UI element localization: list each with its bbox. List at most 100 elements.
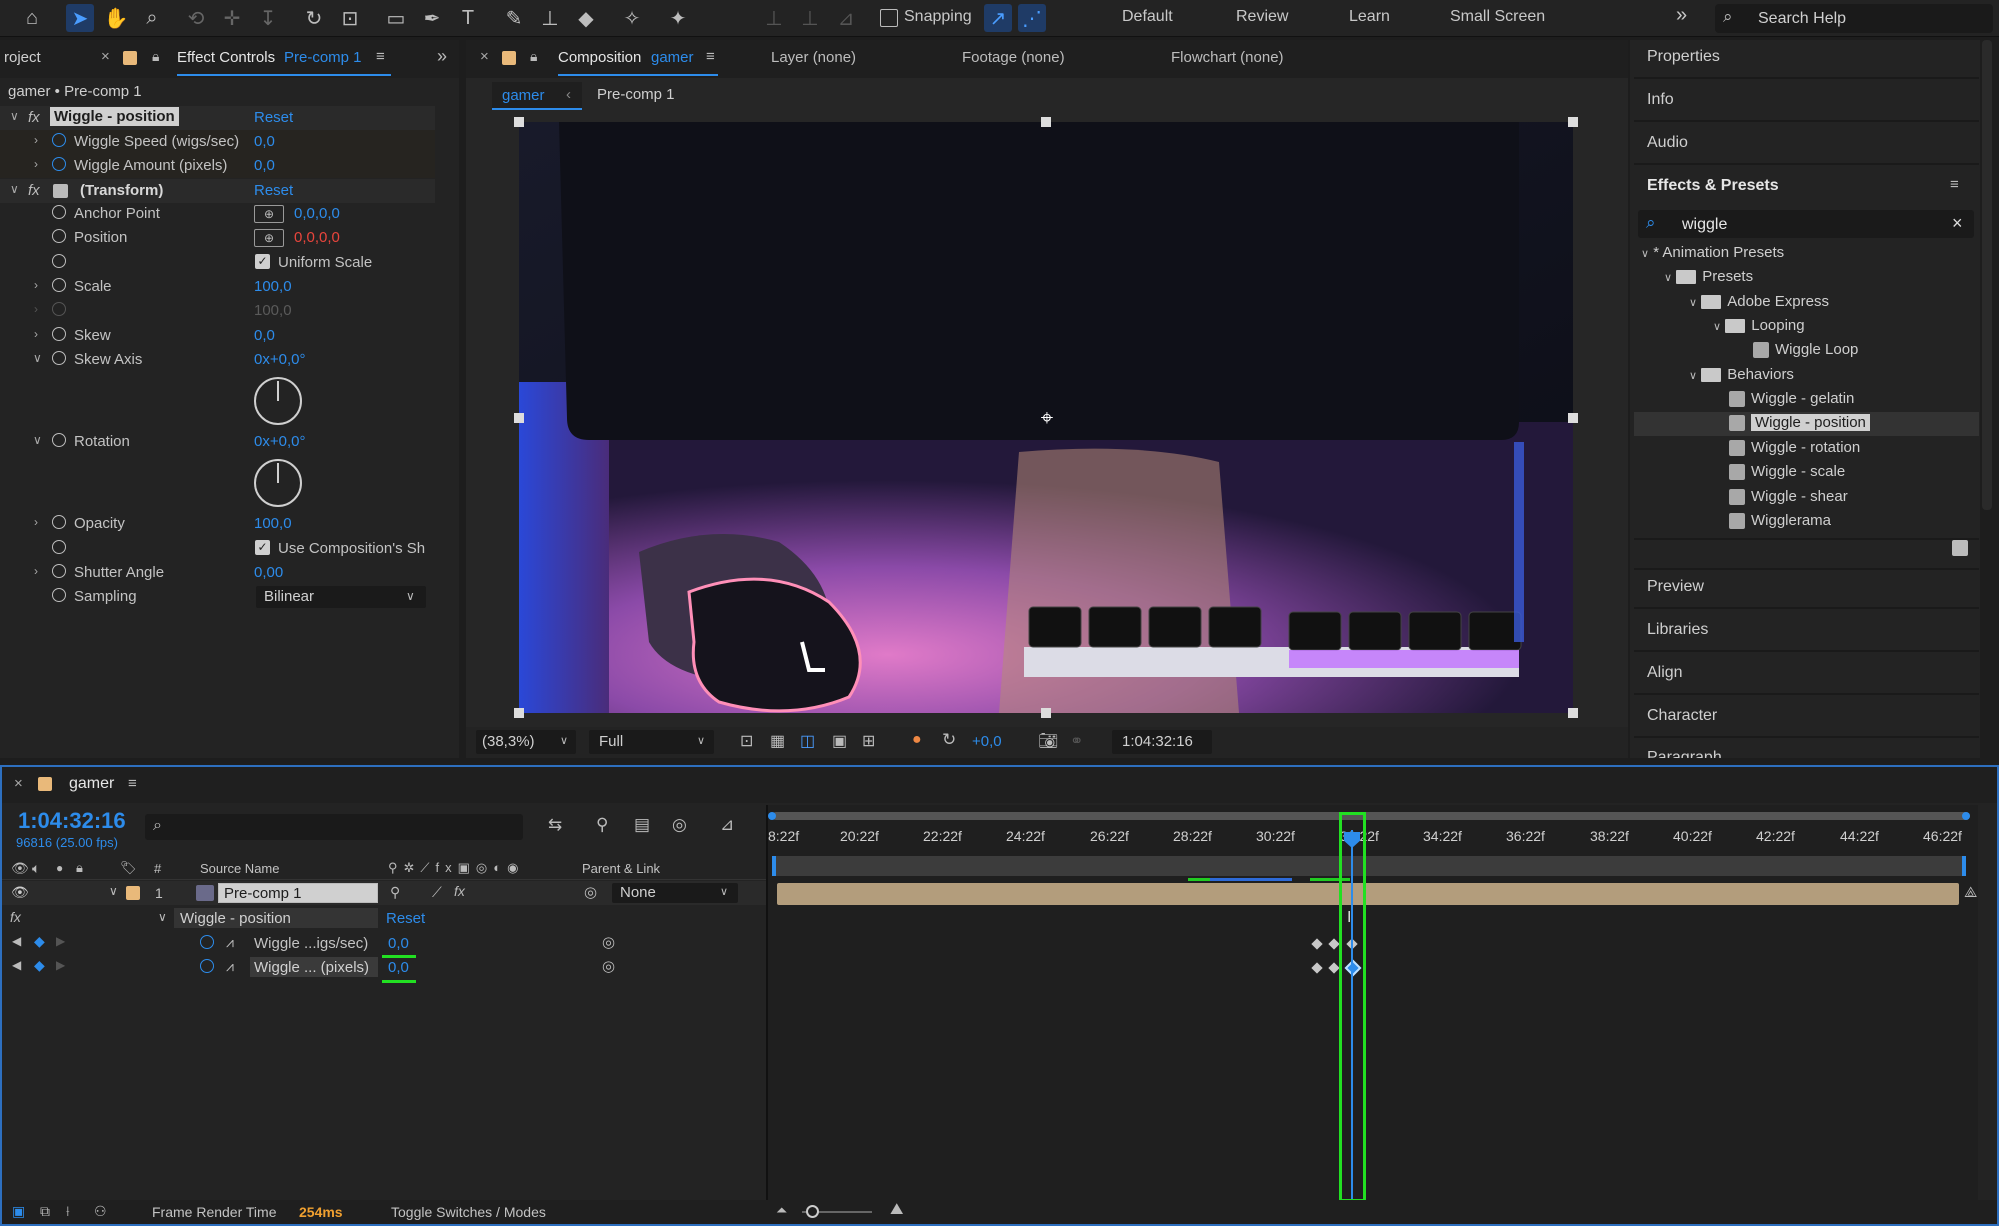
clear-search-icon[interactable]: ×	[1952, 213, 1963, 234]
align-panel-header[interactable]: Align	[1647, 664, 1683, 682]
chevron-right-icon[interactable]: ›	[34, 302, 38, 316]
effect-controls-comp-name[interactable]: Pre-comp 1	[284, 49, 362, 66]
wiggle-speed-value[interactable]: 0,0	[254, 133, 275, 150]
tree-presets[interactable]: ∨ Presets	[1664, 268, 1753, 285]
audio-icon[interactable]: 🔈︎	[32, 860, 40, 877]
region-of-interest-icon[interactable]: ▣	[832, 731, 847, 751]
col-parent-link[interactable]: Parent & Link	[582, 861, 660, 876]
new-preset-icon[interactable]	[1952, 540, 1968, 556]
pen-tool-icon[interactable]: ✒	[418, 4, 446, 32]
fx-icon[interactable]: fx	[28, 109, 40, 126]
work-area-end-handle[interactable]	[1962, 812, 1970, 820]
libraries-panel-header[interactable]: Libraries	[1647, 621, 1708, 639]
solo-icon[interactable]: ●	[56, 861, 63, 875]
tree-wiggle-shear[interactable]: Wiggle - shear	[1729, 488, 1848, 506]
puppet-pin-tool-icon[interactable]: ✦	[664, 4, 692, 32]
tree-animation-presets[interactable]: ∨ * Animation Presets	[1641, 244, 1784, 261]
panel-menu-icon[interactable]: ≡	[376, 48, 385, 65]
home-icon[interactable]: ⌂	[18, 4, 46, 32]
fx-reset-link[interactable]: Reset	[386, 910, 425, 927]
stopwatch-icon[interactable]	[52, 278, 66, 292]
transparency-grid-icon[interactable]: ▦	[770, 731, 785, 751]
stopwatch-icon[interactable]	[52, 157, 66, 171]
magnification-dropdown[interactable]: (38,3%) ∨	[476, 730, 576, 754]
uniform-scale-checkbox[interactable]: ✓	[255, 254, 270, 269]
effect-controls-tab[interactable]: Effect Controls	[177, 49, 275, 66]
close-tab-icon[interactable]: ×	[14, 775, 23, 792]
resolution-dropdown[interactable]: Full ∨	[589, 730, 714, 754]
lock-icon[interactable]: 🔒︎	[530, 48, 537, 65]
label-tag-icon[interactable]: 🏷︎	[120, 860, 137, 876]
skew-value[interactable]: 0,0	[254, 327, 275, 344]
crosshair-icon[interactable]: ⊕	[254, 205, 284, 223]
character-panel-header[interactable]: Character	[1647, 707, 1717, 725]
skew-axis-dial[interactable]	[254, 377, 302, 425]
workspace-default[interactable]: Default	[1122, 8, 1173, 26]
prev-keyframe-icon[interactable]: ◀	[12, 934, 21, 948]
col-source-name[interactable]: Source Name	[200, 861, 279, 876]
transform-handle[interactable]	[514, 117, 524, 127]
wiggle-effect-row[interactable]: ∨ fx Wiggle - position Reset	[0, 106, 435, 130]
tree-wiggle-rotation[interactable]: Wiggle - rotation	[1729, 439, 1860, 457]
wiggle-effect-name[interactable]: Wiggle - position	[50, 107, 179, 126]
chevron-down-icon[interactable]: ∨	[158, 910, 167, 924]
layer-duration-bar[interactable]	[777, 883, 1959, 905]
brush-tool-icon[interactable]: ✎	[500, 4, 528, 32]
reset-exposure-icon[interactable]: ↻	[942, 730, 956, 750]
chevron-down-icon[interactable]: ∨	[33, 351, 42, 365]
selection-tool-icon[interactable]: ➤	[66, 4, 94, 32]
stopwatch-icon[interactable]	[52, 564, 66, 578]
axis-world-icon[interactable]: ⊥	[796, 4, 824, 32]
tree-wiggle-position[interactable]: Wiggle - position	[1729, 414, 1870, 432]
zoom-in-icon[interactable]: ⛰	[890, 1201, 903, 1219]
comp-mini-flowchart-icon[interactable]: ⇆	[548, 815, 562, 835]
stopwatch-icon[interactable]	[52, 515, 66, 529]
stopwatch-icon[interactable]	[52, 254, 66, 268]
transform-handle[interactable]	[514, 413, 524, 423]
stopwatch-icon[interactable]	[52, 351, 66, 365]
timeline-tab-name[interactable]: gamer	[69, 775, 114, 793]
type-tool-icon[interactable]: T	[454, 4, 482, 32]
anchor-point-value[interactable]: 0,0,0,0	[294, 205, 340, 222]
current-time-field[interactable]: 1:04:32:16	[1112, 730, 1212, 754]
transform-effect-row[interactable]: ∨ fx (Transform) Reset	[0, 179, 435, 203]
rotation-tool-icon[interactable]: ↻	[300, 4, 328, 32]
prop-wiggle-speed-name[interactable]: Wiggle ...igs/sec)	[254, 935, 368, 952]
comp-subtab-gamer[interactable]: gamer ‹	[492, 82, 582, 110]
stopwatch-icon[interactable]	[52, 540, 66, 554]
add-keyframe-icon[interactable]: ◆	[34, 933, 45, 950]
anchor-point-crosshair-icon[interactable]: ⌖	[1035, 406, 1059, 430]
transfer-controls-icon[interactable]: ⧉	[40, 1203, 50, 1220]
chevron-right-icon[interactable]: ›	[34, 327, 38, 341]
project-tab[interactable]: roject	[4, 49, 41, 66]
work-area-start-handle[interactable]	[768, 812, 776, 820]
show-snapshot-icon[interactable]: ⚭	[1070, 731, 1083, 751]
draft-3d-icon[interactable]: ⚲	[596, 815, 608, 835]
transform-handle[interactable]	[1041, 117, 1051, 127]
mask-visibility-icon[interactable]: ◫	[800, 731, 815, 751]
effects-presets-panel-header[interactable]: Effects & Presets	[1647, 177, 1779, 195]
close-tab-icon[interactable]: ×	[480, 48, 489, 65]
chevron-right-icon[interactable]: ›	[34, 157, 38, 171]
snap-edges-icon[interactable]: ↗	[984, 4, 1012, 32]
quality-switch-icon[interactable]: ⟋	[432, 884, 442, 901]
transform-reset-link[interactable]: Reset	[254, 182, 293, 199]
shutter-angle-value[interactable]: 0,00	[254, 564, 283, 581]
transform-handle[interactable]	[1041, 708, 1051, 718]
prev-keyframe-icon[interactable]: ◀	[12, 958, 21, 972]
chevron-right-icon[interactable]: ›	[34, 564, 38, 578]
chevron-right-icon[interactable]: ›	[34, 515, 38, 529]
hand-tool-icon[interactable]: ✋	[102, 4, 130, 32]
tree-wiggle-loop[interactable]: Wiggle Loop	[1753, 341, 1858, 359]
panel-menu-icon[interactable]: ≡	[1950, 176, 1959, 193]
layer-row-precomp1[interactable]: 👁︎ ∨ 1 Pre-comp 1 ⚲ ⟋ fx ◎ None ∨	[2, 881, 766, 905]
eraser-tool-icon[interactable]: ◆	[572, 4, 600, 32]
toggle-switches-modes-button[interactable]: Toggle Switches / Modes	[391, 1204, 546, 1220]
work-area-bar[interactable]	[772, 812, 1970, 820]
tree-wigglerama[interactable]: Wigglerama	[1729, 512, 1831, 530]
composition-tab[interactable]: Composition	[558, 49, 641, 66]
snap-points-icon[interactable]: ⋰	[1018, 4, 1046, 32]
timeline-timecode[interactable]: 1:04:32:16	[18, 808, 126, 834]
stopwatch-icon[interactable]	[52, 327, 66, 341]
properties-panel-header[interactable]: Properties	[1647, 48, 1720, 66]
